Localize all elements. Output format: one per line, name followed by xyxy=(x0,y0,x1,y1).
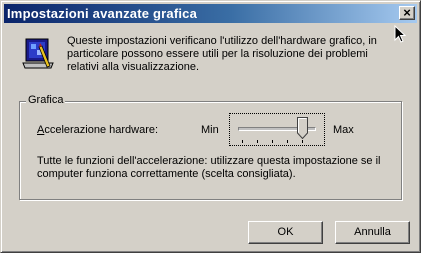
slider-min-label: Min xyxy=(201,124,219,136)
hardware-acceleration-label: Accelerazione hardware: xyxy=(37,124,158,136)
ok-button[interactable]: OK xyxy=(248,221,323,244)
slider-tick xyxy=(242,140,243,143)
hardware-acceleration-label-text: ccelerazione hardware: xyxy=(44,124,159,136)
cancel-button[interactable]: Annulla xyxy=(335,221,410,244)
graphics-groupbox xyxy=(19,101,402,200)
slider-tick xyxy=(287,140,288,143)
slider-tick xyxy=(257,140,258,143)
slider-thumb[interactable] xyxy=(297,117,308,139)
acceleration-description: Tutte le funzioni dell'accelerazione: ut… xyxy=(37,155,381,180)
acceleration-slider[interactable] xyxy=(229,113,325,146)
info-description: Queste impostazioni verificano l'utilizz… xyxy=(67,35,377,73)
dialog-window: Impostazioni avanzate grafica × Queste i… xyxy=(0,0,421,253)
monitor-settings-icon xyxy=(22,38,54,69)
close-icon: × xyxy=(403,5,411,20)
groupbox-label: Grafica xyxy=(26,94,66,106)
slider-tick xyxy=(272,140,273,143)
title-bar[interactable]: Impostazioni avanzate grafica × xyxy=(4,4,417,23)
close-button[interactable]: × xyxy=(399,5,415,20)
slider-tick xyxy=(302,140,303,143)
window-title: Impostazioni avanzate grafica xyxy=(7,6,198,21)
slider-max-label: Max xyxy=(333,124,354,136)
